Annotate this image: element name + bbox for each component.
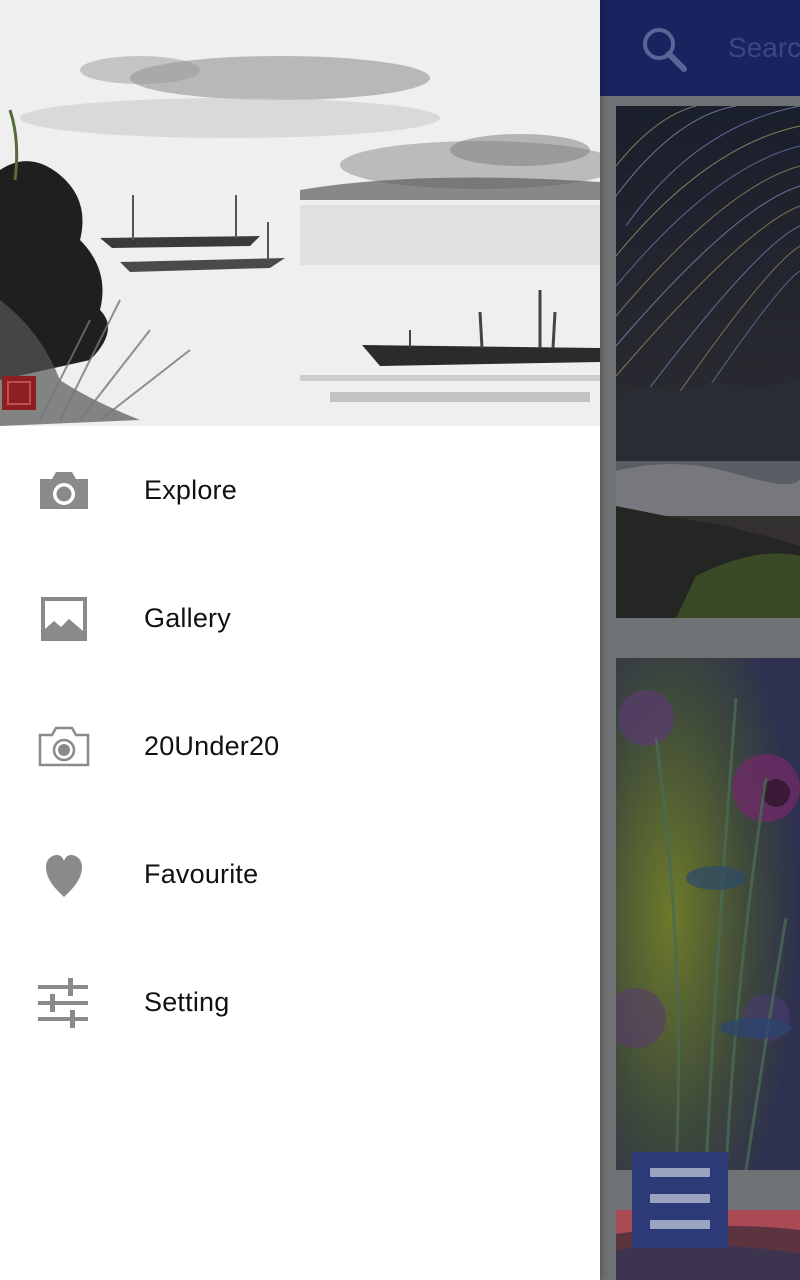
nav-item-label: Explore <box>144 475 237 505</box>
camera-outline-icon <box>38 726 90 767</box>
nav-item-label: Gallery <box>144 603 231 633</box>
drawer-header-image <box>0 0 600 426</box>
feed-photo-flowers[interactable] <box>616 658 800 1170</box>
nav-item-label: Setting <box>144 987 230 1017</box>
camera-icon <box>40 472 88 509</box>
nav-item-20under20[interactable]: 20Under20 <box>0 683 600 811</box>
menu-icon <box>650 1168 710 1177</box>
image-icon <box>41 597 87 641</box>
nav-item-gallery[interactable]: Gallery <box>0 555 600 683</box>
search-icon[interactable] <box>640 25 688 73</box>
navigation-drawer: Explore Gallery 20Under20 Favourite Sett… <box>0 0 600 1280</box>
heart-icon <box>46 855 82 897</box>
nav-item-setting[interactable]: Setting <box>0 939 600 1067</box>
nav-item-explore[interactable]: Explore <box>0 427 600 555</box>
nav-item-favourite[interactable]: Favourite <box>0 811 600 939</box>
nav-item-label: 20Under20 <box>144 731 280 761</box>
search-field-text[interactable]: Search <box>728 32 800 64</box>
sliders-icon <box>38 978 88 1028</box>
menu-fab-button[interactable] <box>632 1152 728 1248</box>
feed-photo-star-trails[interactable] <box>616 106 800 618</box>
nav-item-label: Favourite <box>144 859 259 889</box>
